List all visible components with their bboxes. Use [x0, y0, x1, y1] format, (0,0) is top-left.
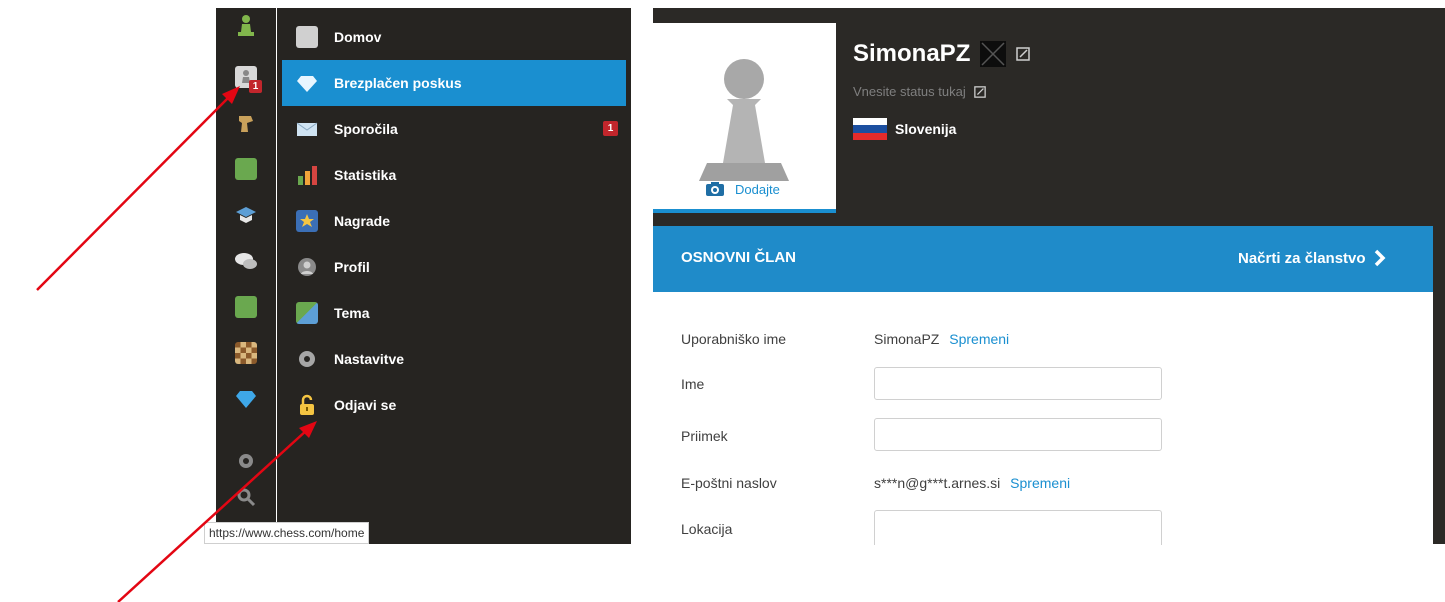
arrow-to-avatar — [36, 95, 231, 291]
annotation-arrows — [36, 86, 317, 602]
arrow-to-logout — [117, 429, 308, 602]
